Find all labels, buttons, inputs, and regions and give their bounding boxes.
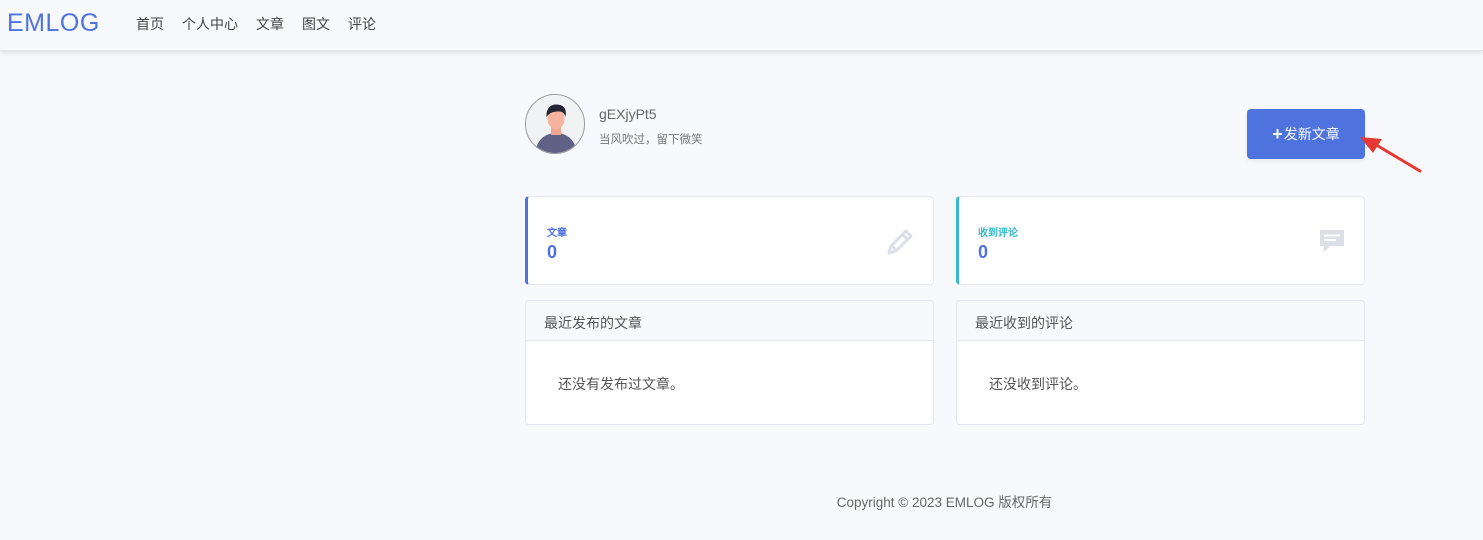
brand-logo[interactable]: EMLOG: [7, 9, 100, 38]
nav-profile[interactable]: 个人中心: [182, 15, 238, 33]
pencil-icon: [887, 229, 913, 255]
nav-articles[interactable]: 文章: [256, 15, 284, 33]
stat-posts-label: 文章: [547, 228, 567, 239]
stat-card-comments[interactable]: 收到评论 0: [956, 196, 1365, 285]
recent-posts-title: 最近发布的文章: [526, 301, 933, 341]
recent-posts-panel: 最近发布的文章 还没有发布过文章。: [525, 300, 934, 425]
nav-comments[interactable]: 评论: [348, 15, 376, 33]
recent-posts-empty: 还没有发布过文章。: [558, 376, 684, 392]
stat-card-posts[interactable]: 文章 0: [525, 196, 934, 285]
nav-home[interactable]: 首页: [136, 15, 164, 33]
plus-icon: +: [1272, 124, 1283, 144]
top-navbar: EMLOG 首页 个人中心 文章 图文 评论: [0, 0, 1483, 51]
main-nav: 首页 个人中心 文章 图文 评论: [136, 15, 394, 33]
username: gEXjyPt5: [599, 106, 657, 122]
stat-comments-label: 收到评论: [978, 228, 1018, 239]
nav-gallery[interactable]: 图文: [302, 15, 330, 33]
recent-comments-panel: 最近收到的评论 还没收到评论。: [956, 300, 1365, 425]
stat-comments-count: 0: [978, 242, 989, 262]
comment-icon: [1320, 230, 1344, 252]
new-post-button[interactable]: + 发新文章: [1247, 109, 1365, 159]
recent-comments-empty: 还没收到评论。: [989, 376, 1087, 392]
footer-copyright: Copyright © 2023 EMLOG 版权所有: [836, 495, 1053, 510]
recent-comments-title: 最近收到的评论: [957, 301, 1364, 341]
user-motto: 当风吹过，留下微笑: [599, 134, 703, 146]
annotation-arrow-icon: [1360, 137, 1422, 173]
new-post-label: 发新文章: [1283, 126, 1340, 142]
avatar[interactable]: [525, 94, 585, 154]
stat-posts-count: 0: [547, 242, 558, 262]
